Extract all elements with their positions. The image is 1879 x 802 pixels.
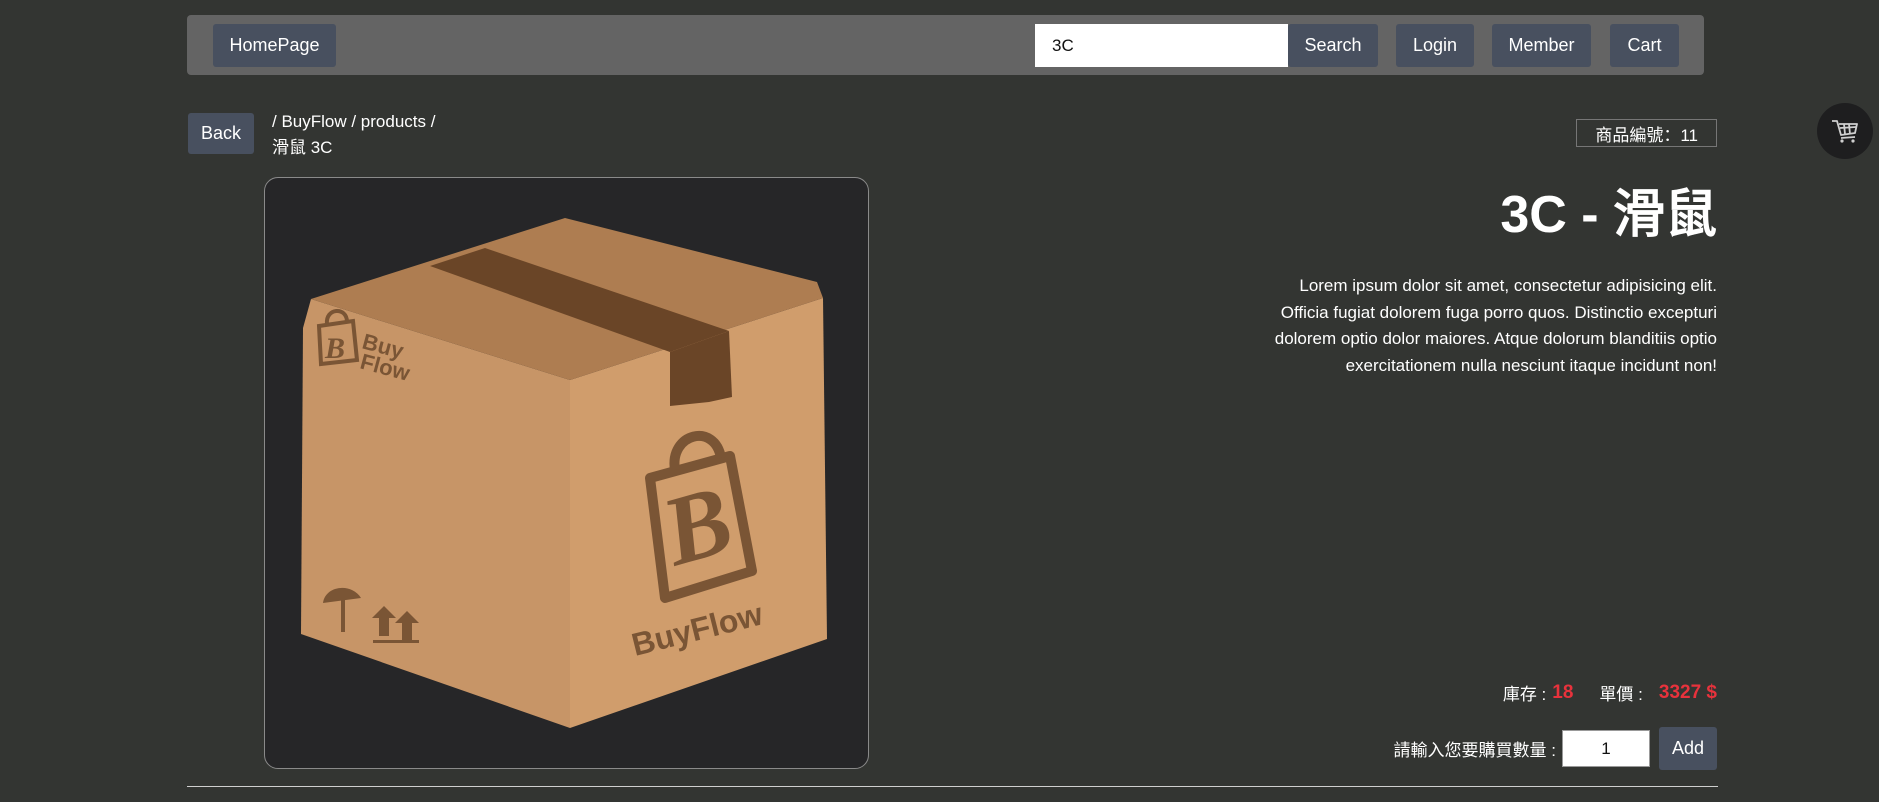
breadcrumb-current: 滑鼠 3C <box>272 138 333 157</box>
quantity-input[interactable] <box>1562 730 1650 767</box>
homepage-button[interactable]: HomePage <box>213 24 336 67</box>
login-button[interactable]: Login <box>1396 24 1474 67</box>
breadcrumb-path[interactable]: / BuyFlow / products / <box>272 109 472 135</box>
product-image: B BuyFlow B Buy Flow <box>264 177 869 769</box>
price-label: 單價 : <box>1599 685 1643 704</box>
member-button[interactable]: Member <box>1492 24 1591 67</box>
product-title: 3C - 滑鼠 <box>1500 186 1717 244</box>
product-box-illustration: B BuyFlow B Buy Flow <box>301 218 827 728</box>
stock-price-row: 庫存 : 18 單價 : 3327 $ <box>1503 680 1717 705</box>
search-input[interactable] <box>1035 24 1288 67</box>
add-to-cart-button[interactable]: Add <box>1659 727 1717 770</box>
top-navbar <box>187 15 1704 75</box>
product-description: Lorem ipsum dolor sit amet, consectetur … <box>1274 276 1717 375</box>
cart-button[interactable]: Cart <box>1610 24 1679 67</box>
svg-text:B: B <box>324 332 345 365</box>
stock-label: 庫存 : <box>1502 685 1547 704</box>
stock-value: 18 <box>1552 681 1574 703</box>
shopping-cart-icon <box>1832 120 1858 143</box>
price-value: 3327 $ <box>1658 681 1717 703</box>
floating-cart-button[interactable] <box>1817 103 1873 159</box>
quantity-label: 請輸入您要購買數量 : <box>1393 741 1556 760</box>
search-button[interactable]: Search <box>1288 24 1378 67</box>
back-button[interactable]: Back <box>188 113 254 154</box>
breadcrumb: / BuyFlow / products / 滑鼠 3C <box>272 109 472 161</box>
quantity-row: 請輸入您要購買數量 : Add <box>1394 727 1717 770</box>
product-id-badge: 商品編號：11 <box>1576 119 1717 147</box>
divider <box>187 786 1718 787</box>
